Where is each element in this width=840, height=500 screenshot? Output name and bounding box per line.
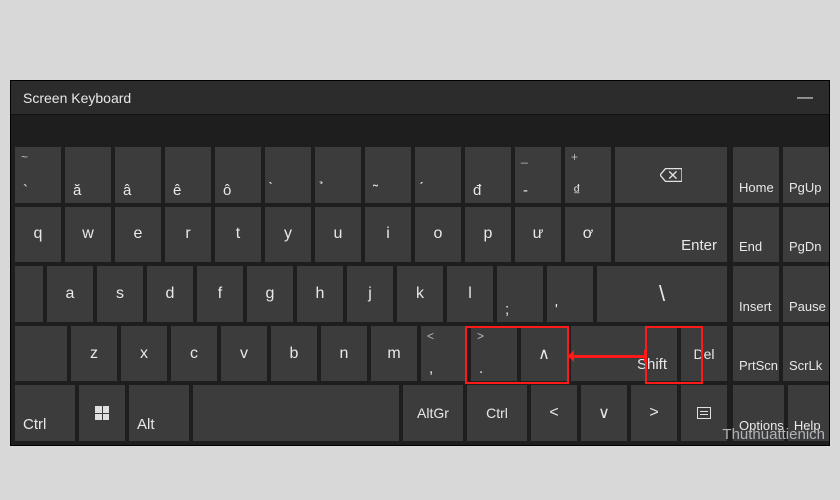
key-a-breve[interactable]: ă [65, 147, 111, 203]
key-grave[interactable]: ̀ [265, 147, 311, 203]
key-ctrl-right[interactable]: Ctrl [467, 385, 527, 441]
key-menu[interactable] [681, 385, 727, 441]
key-quote[interactable]: ' [547, 266, 593, 322]
key-up-arrow[interactable]: ∧ [521, 326, 567, 382]
key-semicolon[interactable]: ; [497, 266, 543, 322]
key-dong[interactable]: +₫ [565, 147, 611, 203]
row-2: a s d f g h j k l ; ' \ [15, 266, 727, 322]
key-period[interactable]: >. [471, 326, 517, 382]
key-s[interactable]: s [97, 266, 143, 322]
key-backtick[interactable]: ~` [15, 147, 61, 203]
key-e[interactable]: e [115, 207, 161, 263]
key-acute[interactable]: ́ [415, 147, 461, 203]
row-0: ~` ă â ê ô ̀ ̉ ̃ ́ đ _- +₫ [15, 147, 727, 203]
key-minus[interactable]: _- [515, 147, 561, 203]
key-r[interactable]: r [165, 207, 211, 263]
key-pgup[interactable]: PgUp [783, 147, 829, 203]
keyboard-area: ~` ă â ê ô ̀ ̉ ̃ ́ đ _- +₫ q w e [11, 141, 829, 445]
row-3: z x c v b n m <, >. ∧ Shift Del [15, 326, 727, 382]
key-scrlk[interactable]: ScrLk [783, 326, 829, 382]
key-backslash[interactable]: \ [597, 266, 727, 322]
key-c[interactable]: c [171, 326, 217, 382]
key-e-circ[interactable]: ê [165, 147, 211, 203]
main-key-grid: ~` ă â ê ô ̀ ̉ ̃ ́ đ _- +₫ q w e [15, 147, 727, 441]
key-enter[interactable]: Enter [615, 207, 727, 263]
key-caps[interactable] [15, 266, 43, 322]
key-a-circ[interactable]: â [115, 147, 161, 203]
minimize-button[interactable]: — [793, 86, 817, 110]
key-u[interactable]: u [315, 207, 361, 263]
key-pause[interactable]: Pause [783, 266, 829, 322]
key-o-circ[interactable]: ô [215, 147, 261, 203]
key-j[interactable]: j [347, 266, 393, 322]
row-4: Ctrl Alt AltGr Ctrl < ∨ > [15, 385, 727, 441]
key-o-horn[interactable]: ơ [565, 207, 611, 263]
key-p[interactable]: p [465, 207, 511, 263]
key-k[interactable]: k [397, 266, 443, 322]
key-g[interactable]: g [247, 266, 293, 322]
nav-key-grid: HomePgUp EndPgDn InsertPause PrtScnScrLk… [733, 147, 829, 441]
key-left-arrow[interactable]: < [531, 385, 577, 441]
menu-icon [697, 407, 711, 419]
key-d[interactable]: d [147, 266, 193, 322]
key-l[interactable]: l [447, 266, 493, 322]
key-x[interactable]: x [121, 326, 167, 382]
key-alt[interactable]: Alt [129, 385, 189, 441]
window-title: Screen Keyboard [23, 90, 131, 106]
key-space[interactable] [193, 385, 399, 441]
key-del[interactable]: Del [681, 326, 727, 382]
key-h[interactable]: h [297, 266, 343, 322]
titlebar: Screen Keyboard — [11, 81, 829, 115]
key-w[interactable]: w [65, 207, 111, 263]
osk-window: Screen Keyboard — ~` ă â ê ô ̀ ̉ ̃ ́ đ _… [10, 80, 830, 446]
key-win[interactable] [79, 385, 125, 441]
watermark: Thuthuattienich [722, 426, 825, 443]
key-insert[interactable]: Insert [733, 266, 779, 322]
key-home[interactable]: Home [733, 147, 779, 203]
key-right-arrow[interactable]: > [631, 385, 677, 441]
row-1: q w e r t y u i o p ư ơ Enter [15, 207, 727, 263]
key-dstroke[interactable]: đ [465, 147, 511, 203]
key-down-arrow[interactable]: ∨ [581, 385, 627, 441]
key-shift-right[interactable]: Shift [571, 326, 677, 382]
key-v[interactable]: v [221, 326, 267, 382]
key-f[interactable]: f [197, 266, 243, 322]
key-altgr[interactable]: AltGr [403, 385, 463, 441]
key-m[interactable]: m [371, 326, 417, 382]
key-t[interactable]: t [215, 207, 261, 263]
key-pgdn[interactable]: PgDn [783, 207, 829, 263]
key-u-horn[interactable]: ư [515, 207, 561, 263]
key-q[interactable]: q [15, 207, 61, 263]
key-z[interactable]: z [71, 326, 117, 382]
key-y[interactable]: y [265, 207, 311, 263]
key-end[interactable]: End [733, 207, 779, 263]
backspace-icon [660, 168, 682, 182]
key-tilde[interactable]: ̃ [365, 147, 411, 203]
key-o[interactable]: o [415, 207, 461, 263]
key-n[interactable]: n [321, 326, 367, 382]
key-a[interactable]: a [47, 266, 93, 322]
key-i[interactable]: i [365, 207, 411, 263]
key-backspace[interactable] [615, 147, 727, 203]
key-shift-left[interactable] [15, 326, 67, 382]
windows-icon [95, 406, 109, 420]
key-comma[interactable]: <, [421, 326, 467, 382]
key-hook[interactable]: ̉ [315, 147, 361, 203]
key-b[interactable]: b [271, 326, 317, 382]
key-prtscn[interactable]: PrtScn [733, 326, 779, 382]
arrow-shift-to-brackets [569, 355, 645, 358]
key-ctrl-left[interactable]: Ctrl [15, 385, 75, 441]
